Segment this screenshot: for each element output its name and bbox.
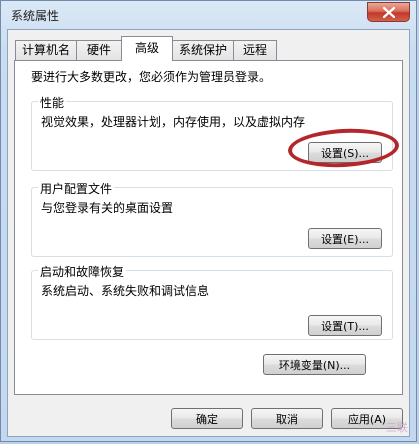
environment-variables-button[interactable]: 环境变量(N)... [263, 354, 366, 375]
ok-button[interactable]: 确定 [171, 408, 243, 429]
user-profiles-settings-button[interactable]: 设置(E)... [308, 228, 382, 249]
admin-notice: 要进行大多数更改，您必须作为管理员登录。 [31, 70, 272, 84]
tab-hardware[interactable]: 硬件 [76, 40, 122, 60]
user-profiles-description: 与您登录有关的桌面设置 [41, 201, 174, 215]
window-title: 系统属性 [11, 9, 60, 23]
startup-recovery-group-title: 启动和故障恢复 [38, 263, 127, 280]
system-properties-window: 系统属性 计算机名 硬件 高级 系统保护 远程 要进行大多数更改，您必须作为管理… [0, 0, 417, 442]
watermark-text: 三联 [386, 421, 408, 434]
cancel-button[interactable]: 取消 [251, 408, 323, 429]
tab-remote[interactable]: 远程 [233, 40, 277, 60]
close-icon [382, 6, 395, 18]
performance-description: 视觉效果，处理器计划，内存使用，以及虚拟内存 [41, 115, 306, 129]
close-button[interactable] [367, 2, 410, 22]
tab-computer-name[interactable]: 计算机名 [15, 40, 77, 60]
user-profiles-group-title: 用户配置文件 [38, 180, 115, 197]
startup-recovery-settings-button[interactable]: 设置(T)... [308, 315, 382, 336]
performance-group-title: 性能 [38, 94, 67, 111]
startup-recovery-group: 启动和故障恢复 系统启动、系统失败和调试信息 设置(T)... [31, 263, 393, 340]
startup-recovery-description: 系统启动、系统失败和调试信息 [41, 284, 210, 298]
tab-advanced[interactable]: 高级 [121, 36, 173, 61]
user-profiles-group: 用户配置文件 与您登录有关的桌面设置 设置(E)... [31, 180, 393, 257]
tab-system-protection[interactable]: 系统保护 [172, 40, 234, 60]
dialog-client-area: 计算机名 硬件 高级 系统保护 远程 要进行大多数更改，您必须作为管理员登录。 … [7, 29, 410, 437]
